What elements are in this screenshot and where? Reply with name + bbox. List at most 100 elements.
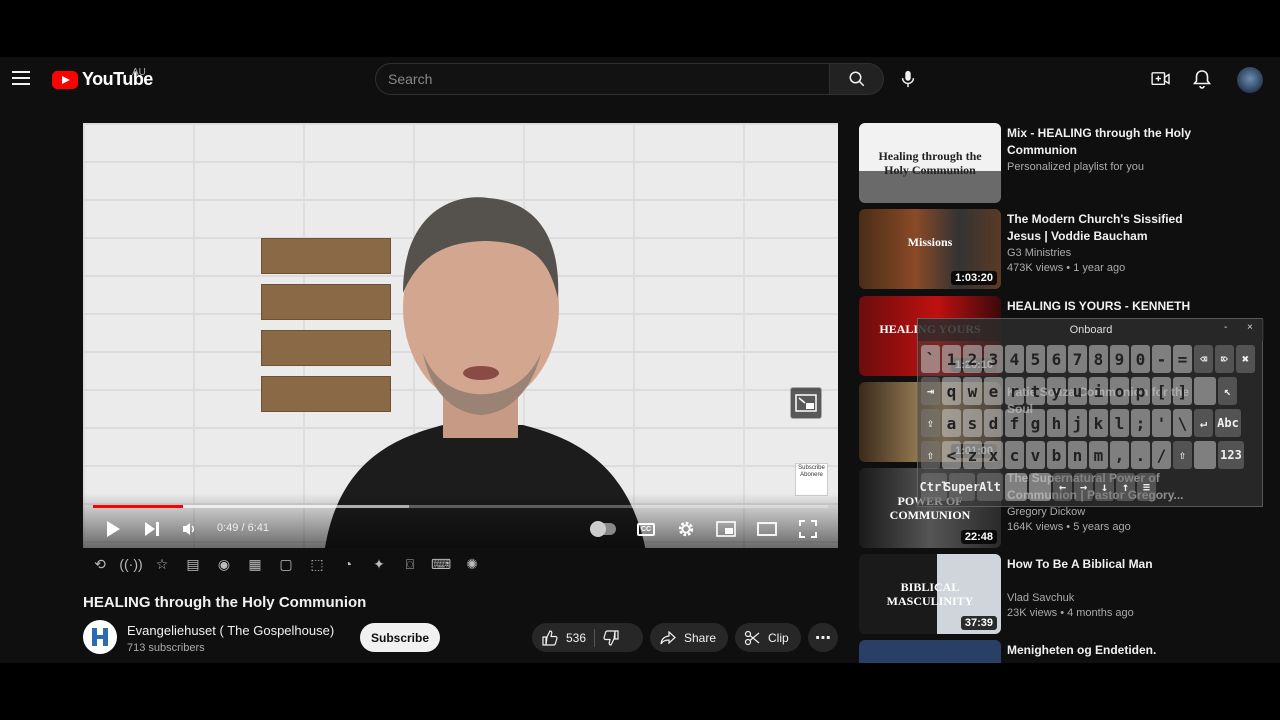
recommendation-title[interactable]: Menigheten og Endetiden. bbox=[1007, 642, 1197, 659]
onboard-key[interactable]: ; bbox=[1131, 409, 1150, 437]
miniplayer-button[interactable] bbox=[715, 517, 737, 541]
onboard-key[interactable]: s bbox=[963, 409, 982, 437]
account-avatar[interactable] bbox=[1237, 67, 1263, 93]
video-player[interactable]: Subscribe Abonere 0:49 / 6:41 CC bbox=[83, 123, 838, 548]
onboard-key[interactable]: \ bbox=[1173, 409, 1192, 437]
onboard-key[interactable]: o bbox=[1110, 377, 1129, 405]
share-button[interactable]: Share bbox=[650, 623, 728, 652]
camera-icon[interactable]: ⌼ bbox=[398, 552, 422, 576]
onboard-minimize-button[interactable]: - bbox=[1224, 322, 1227, 333]
onboard-key[interactable] bbox=[1194, 441, 1216, 469]
fullscreen-button[interactable] bbox=[797, 517, 819, 541]
onboard-key[interactable]: f bbox=[1005, 409, 1024, 437]
onboard-key[interactable]: 7 bbox=[1068, 345, 1087, 373]
recommendation-item[interactable]: Healing through the Holy Communion Mix -… bbox=[859, 123, 1259, 203]
onboard-key[interactable]: g bbox=[1026, 409, 1045, 437]
onboard-key[interactable]: v bbox=[1026, 441, 1045, 469]
onboard-key[interactable]: 9 bbox=[1110, 345, 1129, 373]
onboard-key[interactable]: ↑ bbox=[1116, 473, 1135, 501]
onboard-key[interactable]: ↵ bbox=[1194, 409, 1213, 437]
clip-button[interactable]: Clip bbox=[735, 623, 801, 652]
voice-search-button[interactable] bbox=[892, 63, 924, 95]
recommendation-channel[interactable]: G3 Ministries bbox=[1007, 247, 1071, 259]
onboard-key[interactable]: 2 bbox=[963, 345, 982, 373]
recommendation-channel[interactable]: Vlad Savchuk bbox=[1007, 592, 1074, 604]
recommendation-title[interactable]: The Modern Church's Sissified Jesus | Vo… bbox=[1007, 211, 1197, 245]
extension-settings-icon[interactable]: ✺ bbox=[460, 552, 484, 576]
channel-watermark[interactable]: Subscribe Abonere bbox=[795, 463, 828, 496]
onboard-key[interactable]: w bbox=[963, 377, 982, 405]
onboard-key[interactable]: 123 bbox=[1218, 441, 1244, 469]
onboard-key[interactable]: d bbox=[984, 409, 1003, 437]
autoplay-toggle[interactable] bbox=[588, 517, 618, 541]
onboard-key[interactable]: 6 bbox=[1047, 345, 1066, 373]
onboard-key[interactable]: p bbox=[1131, 377, 1150, 405]
onboard-key[interactable]: l bbox=[1110, 409, 1129, 437]
star-icon[interactable]: ☆ bbox=[150, 552, 174, 576]
onboard-key[interactable]: - bbox=[1152, 345, 1171, 373]
onboard-key[interactable]: ⇧ bbox=[1173, 441, 1192, 469]
filter-icon[interactable]: ▤ bbox=[181, 552, 205, 576]
recommendation-title[interactable]: HEALING IS YOURS - KENNETH bbox=[1007, 298, 1197, 315]
onboard-key[interactable]: r bbox=[1005, 377, 1024, 405]
progress-bar[interactable] bbox=[93, 505, 828, 508]
onboard-key[interactable]: 1 bbox=[942, 345, 961, 373]
onboard-key[interactable] bbox=[1005, 473, 1027, 501]
onboard-key[interactable]: 4 bbox=[1005, 345, 1024, 373]
captions-button[interactable]: CC bbox=[635, 517, 657, 541]
channel-name[interactable]: Evangeliehuset ( The Gospelhouse) bbox=[127, 623, 334, 638]
onboard-key[interactable]: n bbox=[1068, 441, 1087, 469]
onboard-key[interactable]: ↖ bbox=[1218, 377, 1237, 405]
recommendation-item[interactable]: TIRSDAG 20 JUNI 2023 Menigheten og Endet… bbox=[859, 640, 1259, 663]
recommendation-title[interactable]: Mix - HEALING through the Holy Communion bbox=[1007, 125, 1197, 159]
recommendation-thumbnail[interactable]: Missions 1:03:20 bbox=[859, 209, 1001, 289]
sparkle-icon[interactable]: ✦ bbox=[367, 552, 391, 576]
recommendation-thumbnail[interactable]: BIBLICAL MASCULINITY 37:39 bbox=[859, 554, 1001, 634]
aspect-ratio-icon[interactable]: ▢ bbox=[274, 552, 298, 576]
search-button[interactable] bbox=[830, 63, 884, 95]
onboard-key[interactable]: i bbox=[1089, 377, 1108, 405]
notifications-button[interactable] bbox=[1190, 67, 1214, 91]
recommendation-title[interactable]: How To Be A Biblical Man bbox=[1007, 556, 1197, 573]
onboard-key[interactable]: → bbox=[1074, 473, 1093, 501]
onboard-key[interactable]: ] bbox=[1173, 377, 1192, 405]
create-button[interactable] bbox=[1149, 67, 1173, 91]
onboard-key[interactable]: < bbox=[942, 441, 961, 469]
theater-mode-button[interactable] bbox=[756, 517, 778, 541]
search-input[interactable] bbox=[388, 71, 829, 87]
onboard-key[interactable]: [ bbox=[1152, 377, 1171, 405]
onboard-key[interactable]: z bbox=[963, 441, 982, 469]
menu-icon[interactable] bbox=[12, 67, 34, 89]
miniplayer-overlay-button[interactable] bbox=[790, 387, 822, 419]
dislike-button[interactable] bbox=[603, 629, 619, 646]
onboard-key[interactable]: c bbox=[1005, 441, 1024, 469]
onboard-key[interactable]: h bbox=[1047, 409, 1066, 437]
onboard-titlebar[interactable]: Onboard bbox=[918, 319, 1264, 341]
onboard-key[interactable]: 0 bbox=[1131, 345, 1150, 373]
onboard-key[interactable]: ← bbox=[1053, 473, 1072, 501]
subscribe-button[interactable]: Subscribe bbox=[360, 623, 440, 652]
onboard-key[interactable]: ⌦ bbox=[1215, 345, 1234, 373]
onboard-key[interactable]: 5 bbox=[1026, 345, 1045, 373]
recommendation-thumbnail[interactable]: Healing through the Holy Communion bbox=[859, 123, 1001, 203]
onboard-key[interactable]: ✖ bbox=[1236, 345, 1255, 373]
onboard-key[interactable]: , bbox=[1110, 441, 1129, 469]
channel-avatar[interactable] bbox=[83, 620, 117, 654]
clapper-icon[interactable]: ▦ bbox=[243, 552, 267, 576]
keyboard-icon[interactable]: ⌨ bbox=[429, 552, 453, 576]
like-button[interactable]: 536 bbox=[542, 629, 586, 646]
onboard-key[interactable]: ↓ bbox=[1095, 473, 1114, 501]
broadcast-icon[interactable]: ((·)) bbox=[119, 552, 143, 576]
recommendation-item[interactable]: Missions 1:03:20 The Modern Church's Sis… bbox=[859, 209, 1259, 289]
onboard-key[interactable]: . bbox=[1131, 441, 1150, 469]
dotted-frame-icon[interactable]: ⬚ bbox=[305, 552, 329, 576]
onboard-key[interactable]: e bbox=[984, 377, 1003, 405]
onboard-key[interactable]: j bbox=[1068, 409, 1087, 437]
loop-icon[interactable]: ⟲ bbox=[88, 552, 112, 576]
onboard-key[interactable] bbox=[1194, 377, 1216, 405]
onboard-key[interactable]: x bbox=[984, 441, 1003, 469]
play-button[interactable] bbox=[101, 517, 125, 541]
onboard-key[interactable]: Abc bbox=[1215, 409, 1241, 437]
recommendation-channel[interactable]: Gregory Dickow bbox=[1007, 506, 1085, 518]
onboard-key[interactable]: Super bbox=[944, 473, 980, 501]
